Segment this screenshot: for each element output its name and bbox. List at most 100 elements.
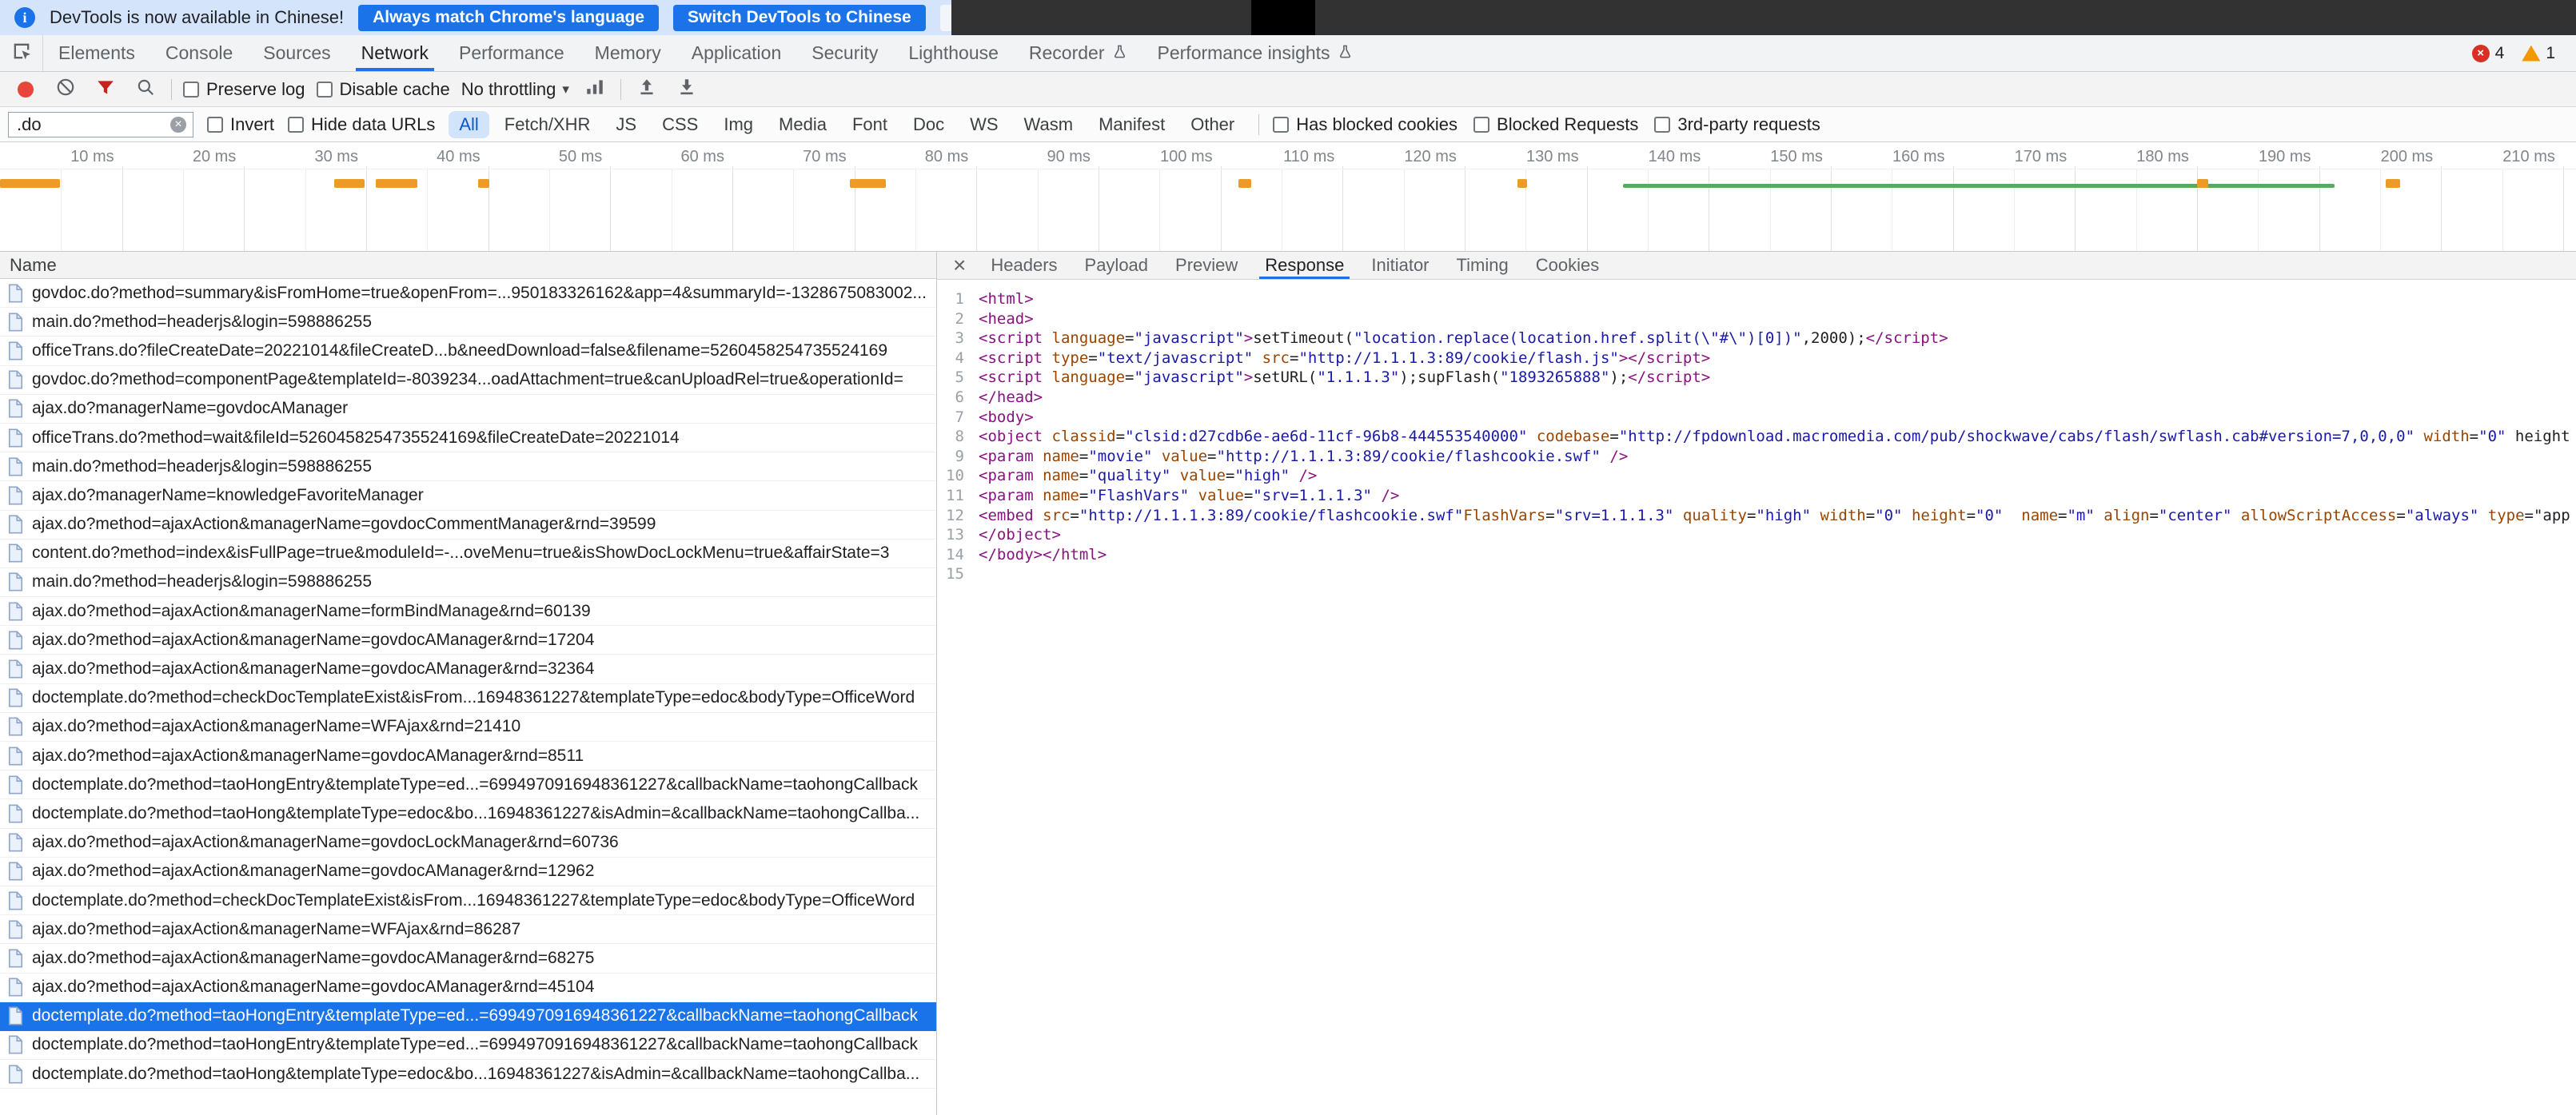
- close-icon[interactable]: ×: [942, 252, 977, 279]
- checkbox-icon: [1273, 117, 1289, 133]
- filter-checkbox[interactable]: Has blocked cookies: [1273, 114, 1457, 135]
- request-row[interactable]: officeTrans.do?fileCreateDate=20221014&f…: [0, 336, 936, 365]
- filter-checkbox[interactable]: Blocked Requests: [1473, 114, 1638, 135]
- main-tab[interactable]: Elements: [43, 35, 150, 71]
- filter-checkbox[interactable]: 3rd-party requests: [1654, 114, 1820, 135]
- clear-button[interactable]: [51, 75, 80, 104]
- main-tab[interactable]: Security: [796, 35, 893, 71]
- request-row[interactable]: ajax.do?method=ajaxAction&managerName=go…: [0, 511, 936, 540]
- network-conditions-button[interactable]: [580, 75, 609, 104]
- detail-tab[interactable]: Headers: [977, 252, 1071, 279]
- line-content: <embed src="http://1.1.1.3:89/cookie/fla…: [979, 506, 2570, 526]
- request-row[interactable]: ajax.do?method=ajaxAction&managerName=go…: [0, 974, 936, 1002]
- request-row[interactable]: ajax.do?method=ajaxAction&managerName=go…: [0, 655, 936, 683]
- timeline-label: 190 ms: [2199, 148, 2311, 166]
- request-type-filter[interactable]: Img: [713, 111, 764, 138]
- main-tab[interactable]: Memory: [580, 35, 676, 71]
- request-name: ajax.do?method=ajaxAction&managerName=WF…: [32, 920, 520, 939]
- request-row[interactable]: govdoc.do?method=summary&isFromHome=true…: [0, 279, 936, 308]
- request-row[interactable]: ajax.do?method=ajaxAction&managerName=go…: [0, 858, 936, 886]
- request-type-filter[interactable]: Media: [768, 111, 837, 138]
- name-column-header[interactable]: Name: [0, 252, 936, 279]
- invert-checkbox[interactable]: Invert: [207, 114, 274, 135]
- experiment-icon: [1112, 42, 1127, 64]
- request-row[interactable]: govdoc.do?method=componentPage&templateI…: [0, 366, 936, 395]
- export-har-button[interactable]: [672, 75, 701, 104]
- console-warning-badge[interactable]: 1: [2522, 44, 2555, 63]
- main-tab[interactable]: Network: [346, 35, 444, 71]
- preserve-log-checkbox[interactable]: Preserve log: [183, 79, 305, 100]
- main-tab[interactable]: Application: [676, 35, 797, 71]
- request-type-filter[interactable]: Wasm: [1014, 111, 1084, 138]
- request-row[interactable]: ajax.do?method=ajaxAction&managerName=fo…: [0, 597, 936, 626]
- timeline-gridline: [1587, 166, 1588, 251]
- timeline-label: 150 ms: [1711, 148, 1823, 166]
- request-row[interactable]: officeTrans.do?method=wait&fileId=526045…: [0, 424, 936, 452]
- request-row[interactable]: ajax.do?managerName=knowledgeFavoriteMan…: [0, 481, 936, 510]
- detail-tab[interactable]: Timing: [1443, 252, 1522, 279]
- request-type-filter[interactable]: Fetch/XHR: [494, 111, 601, 138]
- import-har-button[interactable]: [632, 75, 661, 104]
- request-row[interactable]: doctemplate.do?method=checkDocTemplateEx…: [0, 684, 936, 713]
- detail-tab[interactable]: Cookies: [1522, 252, 1613, 279]
- main-tab[interactable]: Performance insights: [1142, 35, 1368, 71]
- match-chrome-language-button[interactable]: Always match Chrome's language: [358, 5, 659, 31]
- inspect-element-button[interactable]: [0, 35, 43, 71]
- request-type-filter[interactable]: JS: [605, 111, 647, 138]
- detail-tab[interactable]: Response: [1251, 252, 1358, 279]
- line-content: <param name="FlashVars" value="srv=1.1.1…: [979, 486, 1399, 506]
- detail-tab[interactable]: Initiator: [1358, 252, 1442, 279]
- request-row[interactable]: doctemplate.do?method=checkDocTemplateEx…: [0, 886, 936, 915]
- request-row[interactable]: doctemplate.do?method=taoHongEntry&templ…: [0, 771, 936, 799]
- record-button[interactable]: [11, 75, 40, 104]
- hide-data-urls-checkbox[interactable]: Hide data URLs: [288, 114, 435, 135]
- request-row[interactable]: doctemplate.do?method=taoHong&templateTy…: [0, 1060, 936, 1089]
- filter-funnel-icon: [95, 77, 116, 102]
- filter-input[interactable]: .do ×: [8, 112, 193, 137]
- request-type-filter[interactable]: WS: [959, 111, 1008, 138]
- throttling-dropdown[interactable]: No throttling ▾: [461, 79, 569, 100]
- main-tab[interactable]: Sources: [248, 35, 345, 71]
- request-type-filter[interactable]: Font: [842, 111, 898, 138]
- request-row[interactable]: ajax.do?method=ajaxAction&managerName=WF…: [0, 713, 936, 742]
- detail-tab[interactable]: Payload: [1071, 252, 1162, 279]
- request-row[interactable]: ajax.do?managerName=govdocAManager: [0, 395, 936, 424]
- console-error-badge[interactable]: × 4: [2472, 44, 2505, 63]
- request-row[interactable]: doctemplate.do?method=taoHongEntry&templ…: [0, 1002, 936, 1031]
- timeline-label: 120 ms: [1345, 148, 1457, 166]
- line-number: 7: [937, 408, 979, 428]
- request-type-filter[interactable]: Doc: [903, 111, 955, 138]
- clear-filter-icon[interactable]: ×: [170, 117, 186, 133]
- request-row[interactable]: ajax.do?method=ajaxAction&managerName=go…: [0, 626, 936, 655]
- search-button[interactable]: [131, 75, 160, 104]
- filter-toggle-button[interactable]: [91, 75, 120, 104]
- request-type-filter[interactable]: All: [449, 111, 488, 138]
- request-row[interactable]: doctemplate.do?method=taoHong&templateTy…: [0, 799, 936, 828]
- request-name: ajax.do?method=ajaxAction&managerName=go…: [32, 833, 619, 852]
- main-tab[interactable]: Lighthouse: [893, 35, 1014, 71]
- document-icon: [8, 949, 23, 968]
- request-type-filter[interactable]: Manifest: [1088, 111, 1175, 138]
- request-row[interactable]: content.do?method=index&isFullPage=true&…: [0, 540, 936, 568]
- request-row[interactable]: ajax.do?method=ajaxAction&managerName=go…: [0, 944, 936, 973]
- timeline-label: 210 ms: [2443, 148, 2555, 166]
- main-tab-label: Elements: [58, 42, 135, 64]
- main-tab[interactable]: Performance: [444, 35, 580, 71]
- request-row[interactable]: main.do?method=headerjs&login=598886255: [0, 568, 936, 597]
- request-type-filter[interactable]: CSS: [652, 111, 708, 138]
- main-tab-label: Security: [811, 42, 878, 64]
- switch-devtools-chinese-button[interactable]: Switch DevTools to Chinese: [673, 5, 926, 31]
- request-row[interactable]: main.do?method=headerjs&login=598886255: [0, 308, 936, 336]
- request-row[interactable]: ajax.do?method=ajaxAction&managerName=WF…: [0, 915, 936, 944]
- main-tab[interactable]: Console: [150, 35, 248, 71]
- disable-cache-checkbox[interactable]: Disable cache: [317, 79, 450, 100]
- detail-tab[interactable]: Preview: [1162, 252, 1251, 279]
- request-row[interactable]: ajax.do?method=ajaxAction&managerName=go…: [0, 829, 936, 858]
- request-row[interactable]: ajax.do?method=ajaxAction&managerName=go…: [0, 742, 936, 771]
- info-icon: i: [14, 7, 35, 28]
- request-type-filter[interactable]: Other: [1180, 111, 1245, 138]
- request-row[interactable]: main.do?method=headerjs&login=598886255: [0, 452, 936, 481]
- main-tab[interactable]: Recorder: [1014, 35, 1142, 71]
- network-overview-timeline[interactable]: 10 ms20 ms30 ms40 ms50 ms60 ms70 ms80 ms…: [0, 142, 2576, 252]
- request-row[interactable]: doctemplate.do?method=taoHongEntry&templ…: [0, 1031, 936, 1060]
